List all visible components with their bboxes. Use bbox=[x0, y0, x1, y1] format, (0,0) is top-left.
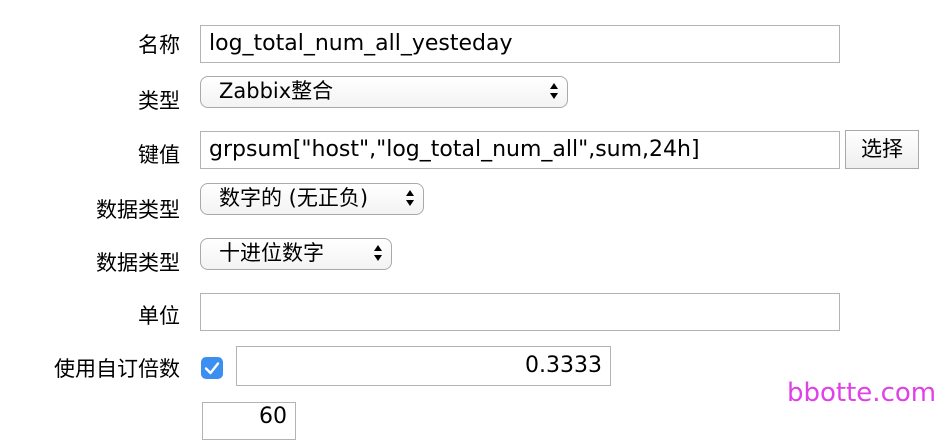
updown-arrows-icon bbox=[550, 83, 558, 99]
multiplier-input[interactable]: 0.3333 bbox=[236, 346, 611, 386]
name-label: 名称 bbox=[138, 33, 180, 57]
watermark-text: bbotte.com bbox=[787, 378, 936, 408]
value-type-select-value: 数字的 (无正负) bbox=[219, 186, 369, 210]
key-input[interactable]: grpsum["host","log_total_num_all",sum,24… bbox=[200, 131, 840, 169]
data-format-select-value: 十进位数字 bbox=[219, 241, 324, 265]
data-format-select[interactable]: 十进位数字 bbox=[200, 238, 392, 270]
checkmark-icon bbox=[204, 362, 220, 375]
updown-arrows-icon bbox=[406, 190, 414, 206]
data-format-label: 数据类型 bbox=[96, 251, 180, 275]
name-input[interactable]: log_total_num_all_yesteday bbox=[200, 25, 840, 63]
units-label: 单位 bbox=[138, 304, 180, 328]
multiplier-label: 使用自订倍数 bbox=[54, 357, 180, 381]
key-label: 键值 bbox=[138, 143, 180, 167]
value-type-label: 数据类型 bbox=[96, 198, 180, 222]
value-type-select[interactable]: 数字的 (无正负) bbox=[200, 183, 424, 215]
type-select-value: Zabbix整合 bbox=[219, 79, 334, 103]
type-select[interactable]: Zabbix整合 bbox=[200, 76, 568, 108]
multiplier-checkbox[interactable] bbox=[201, 357, 223, 379]
units-input[interactable] bbox=[200, 293, 840, 331]
key-select-button[interactable]: 选择 bbox=[845, 130, 919, 169]
updown-arrows-icon bbox=[374, 245, 382, 261]
type-label: 类型 bbox=[138, 89, 180, 113]
update-interval-input[interactable]: 60 bbox=[202, 402, 296, 440]
